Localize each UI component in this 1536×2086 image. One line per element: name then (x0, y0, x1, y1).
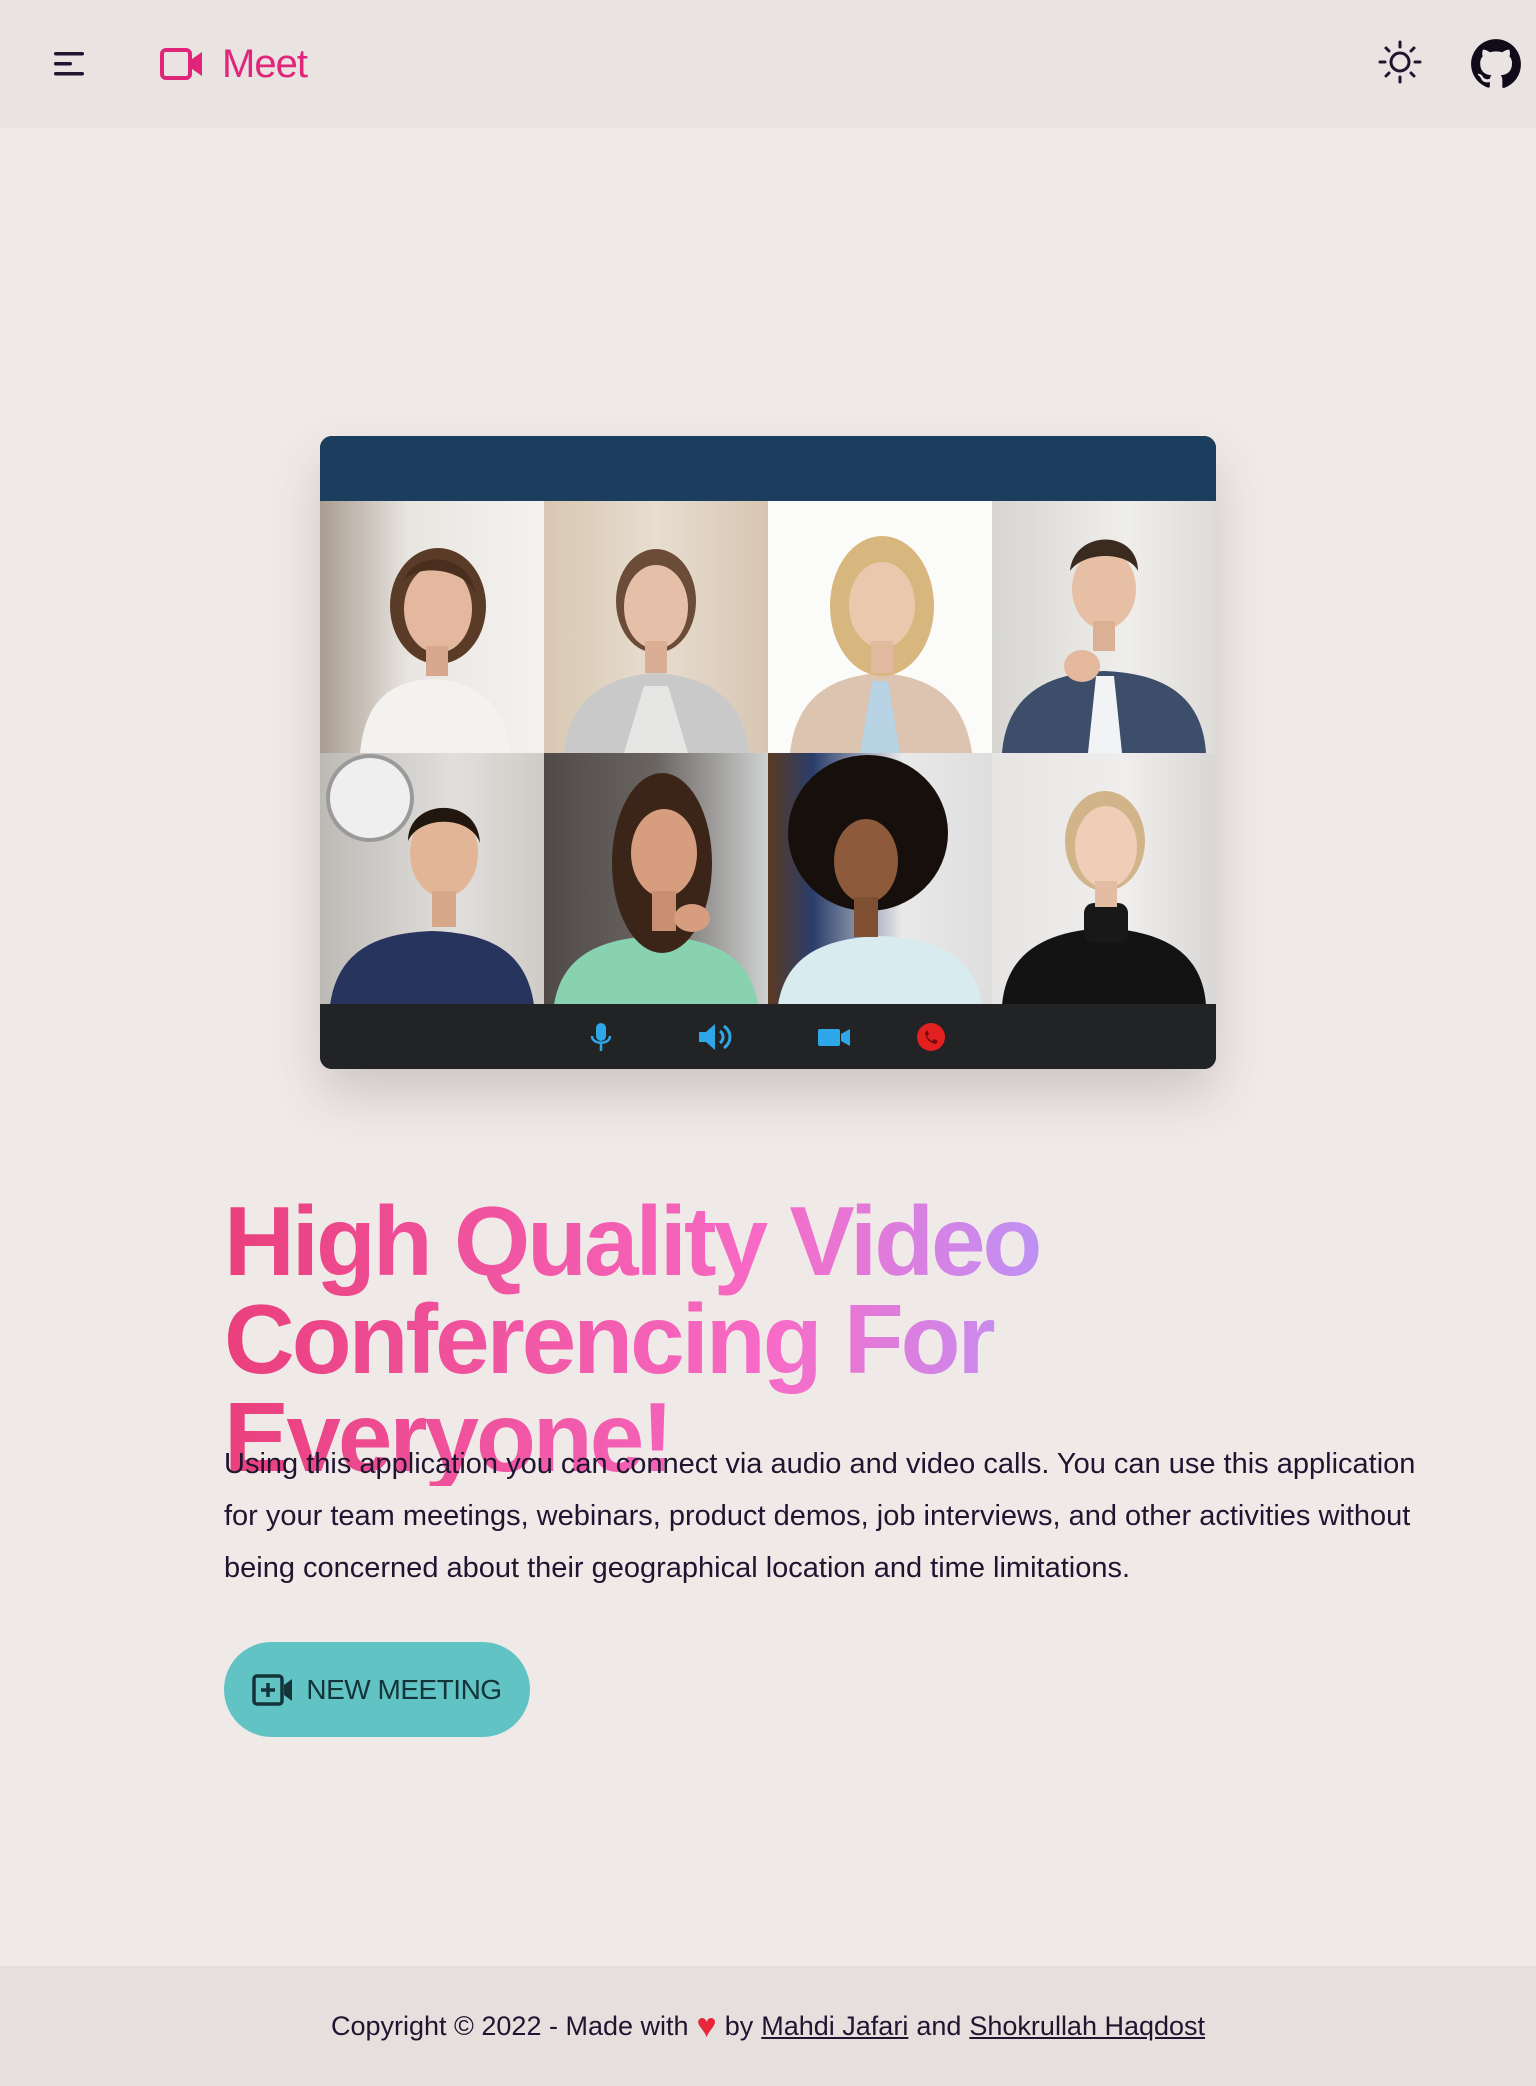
speaker-icon[interactable] (696, 1020, 736, 1054)
participant-tile (768, 752, 992, 1004)
sun-icon[interactable] (1376, 38, 1424, 86)
footer-by: by (724, 2010, 754, 2041)
call-controls-bar (320, 1004, 1216, 1069)
brand-logo[interactable]: Meet (160, 36, 308, 92)
video-camera-icon[interactable] (816, 1020, 852, 1054)
new-meeting-label: NEW MEETING (306, 1673, 502, 1705)
new-meeting-button[interactable]: NEW MEETING (224, 1642, 530, 1737)
hero-description: Using this application you can connect v… (224, 1448, 1416, 1584)
add-video-icon (252, 1673, 293, 1706)
participant-tile (992, 752, 1216, 1004)
participant-grid (320, 501, 1216, 1004)
menu-icon[interactable] (50, 46, 90, 82)
author-link-mahdi[interactable]: Mahdi Jafari (761, 2011, 908, 2042)
footer: Copyright © 2022 - Made with ♥ by Mahdi … (0, 1966, 1536, 2086)
video-camera-icon (160, 48, 202, 80)
participant-tile (320, 752, 544, 1004)
participant-tile (768, 501, 992, 753)
footer-and: and (916, 2010, 962, 2041)
participant-tile (544, 501, 768, 753)
copyright-text: Copyright © 2022 - Made with (330, 2010, 689, 2041)
top-navbar: Meet (0, 0, 1536, 128)
participant-tile (544, 752, 768, 1004)
participant-tile (992, 501, 1216, 753)
heart-icon: ♥ (696, 2007, 717, 2045)
call-window-titlebar (320, 436, 1216, 501)
github-icon[interactable] (1470, 38, 1522, 90)
participant-tile (320, 501, 544, 753)
brand-name: Meet (222, 41, 308, 86)
author-link-shokrullah[interactable]: Shokrullah Haqdost (969, 2011, 1205, 2042)
hero-title-line1: High Quality Video (224, 1186, 1040, 1296)
phone-hangup-icon[interactable] (914, 1020, 948, 1054)
video-call-illustration (320, 436, 1216, 1069)
microphone-icon[interactable] (584, 1020, 618, 1054)
